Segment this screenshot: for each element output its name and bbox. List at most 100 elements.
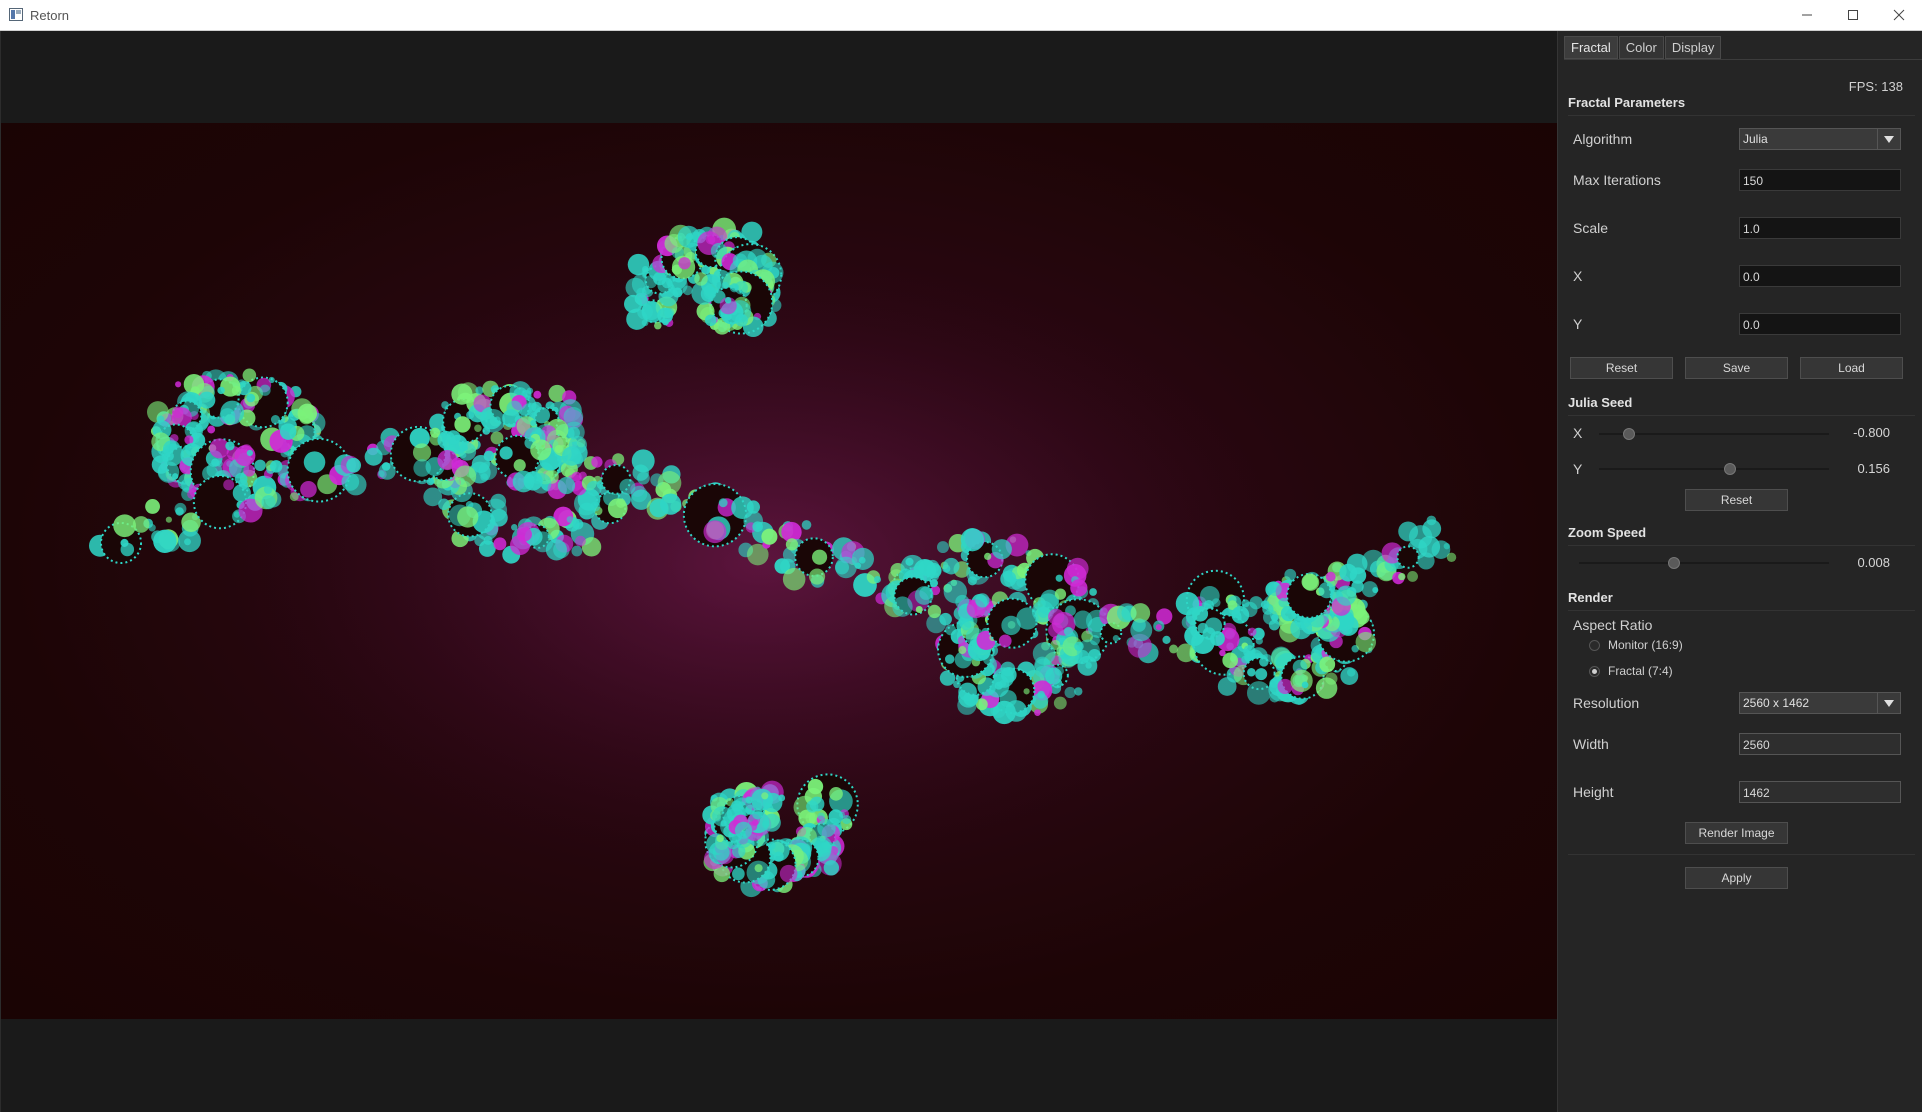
fractal-dot bbox=[1259, 657, 1269, 667]
seed-x-label: X bbox=[1573, 425, 1583, 441]
save-button[interactable]: Save bbox=[1685, 357, 1788, 379]
reset-button[interactable]: Reset bbox=[1570, 357, 1673, 379]
fractal-dot bbox=[754, 864, 763, 873]
fractal-dot bbox=[998, 634, 1012, 648]
seed-y-slider[interactable] bbox=[1599, 468, 1829, 470]
fractal-dot bbox=[1372, 586, 1379, 594]
fractal-canvas[interactable] bbox=[1, 123, 1558, 1019]
fractal-dot bbox=[1070, 579, 1088, 597]
fractal-dot bbox=[703, 520, 727, 544]
max-iterations-input[interactable]: 150 bbox=[1739, 169, 1901, 191]
zoom-speed-slider-thumb[interactable] bbox=[1668, 557, 1680, 569]
x-label: X bbox=[1573, 268, 1583, 284]
fractal-dot bbox=[446, 430, 461, 445]
fractal-dot bbox=[1301, 573, 1319, 591]
julia-seed-heading: Julia Seed bbox=[1568, 395, 1633, 410]
seed-x-slider-thumb[interactable] bbox=[1622, 428, 1635, 440]
chevron-down-icon[interactable] bbox=[1877, 129, 1900, 149]
fractal-dot bbox=[1284, 568, 1297, 581]
fractal-dot bbox=[174, 502, 187, 515]
resolution-value: 2560 x 1462 bbox=[1743, 696, 1810, 710]
zoom-speed-slider[interactable] bbox=[1579, 562, 1829, 564]
fractal-dot bbox=[1446, 552, 1457, 563]
fractal-dot bbox=[219, 408, 236, 424]
fractal-dot bbox=[1073, 610, 1093, 629]
fractal-dot bbox=[234, 445, 256, 467]
fractal-dot bbox=[157, 461, 180, 483]
fractal-dot bbox=[591, 456, 603, 468]
fractal-dot bbox=[942, 557, 960, 575]
scale-input[interactable]: 1.0 bbox=[1739, 217, 1901, 239]
fractal-dot bbox=[175, 381, 182, 388]
fractal-dot bbox=[216, 460, 223, 467]
fractal-dot bbox=[829, 787, 843, 801]
zoom-speed-value: 0.008 bbox=[1857, 555, 1890, 570]
fractal-dot bbox=[254, 459, 266, 472]
fractal-dot bbox=[817, 812, 825, 820]
fractal-dot bbox=[561, 446, 582, 466]
fractal-dot bbox=[575, 535, 586, 547]
chevron-down-icon[interactable] bbox=[1877, 693, 1900, 713]
tab-fractal[interactable]: Fractal bbox=[1564, 36, 1618, 59]
resolution-select[interactable]: 2560 x 1462 bbox=[1739, 692, 1901, 714]
tab-display[interactable]: Display bbox=[1664, 36, 1722, 59]
fractal-dot bbox=[533, 406, 551, 424]
fractal-dot bbox=[632, 464, 649, 481]
fractal-dot bbox=[1268, 582, 1282, 597]
fractal-dot bbox=[1260, 600, 1270, 609]
maximize-icon bbox=[1848, 10, 1858, 20]
seed-reset-button[interactable]: Reset bbox=[1685, 489, 1788, 511]
fractal-dot bbox=[944, 654, 955, 664]
aspect-fractal-label[interactable]: Fractal (7:4) bbox=[1608, 664, 1673, 678]
aspect-monitor-radio[interactable] bbox=[1589, 640, 1600, 651]
fractal-dot bbox=[809, 568, 826, 585]
fractal-dot bbox=[661, 277, 673, 289]
fractal-dot bbox=[630, 485, 648, 503]
fractal-dot bbox=[145, 499, 160, 514]
fractal-dot bbox=[590, 501, 601, 512]
fractal-dot bbox=[1037, 606, 1050, 618]
close-button[interactable] bbox=[1876, 0, 1922, 30]
aspect-monitor-label[interactable]: Monitor (16:9) bbox=[1608, 638, 1683, 652]
aspect-fractal-radio[interactable] bbox=[1589, 666, 1600, 677]
load-button[interactable]: Load bbox=[1800, 357, 1903, 379]
y-label: Y bbox=[1573, 316, 1583, 332]
fractal-dot bbox=[642, 265, 649, 273]
fractal-dot bbox=[745, 796, 753, 804]
fractal-dot bbox=[530, 439, 552, 461]
fractal-dot bbox=[1023, 688, 1030, 695]
fractal-dot bbox=[132, 516, 150, 533]
y-input[interactable]: 0.0 bbox=[1739, 313, 1901, 335]
height-input[interactable]: 1462 bbox=[1739, 781, 1901, 803]
seed-y-slider-thumb[interactable] bbox=[1724, 463, 1737, 475]
tab-color[interactable]: Color bbox=[1618, 36, 1664, 59]
fractal-dot bbox=[490, 493, 507, 510]
fractal-viewport[interactable] bbox=[0, 31, 1558, 1112]
render-image-button[interactable]: Render Image bbox=[1685, 822, 1788, 844]
fractal-dot bbox=[1246, 681, 1271, 705]
minimize-button[interactable] bbox=[1784, 0, 1830, 30]
fractal-dot bbox=[1217, 677, 1237, 696]
x-input[interactable]: 0.0 bbox=[1739, 265, 1901, 287]
algorithm-select[interactable]: Julia bbox=[1739, 128, 1901, 150]
fractal-bulb bbox=[1396, 545, 1420, 569]
fractal-dot bbox=[752, 521, 763, 532]
width-input[interactable]: 2560 bbox=[1739, 733, 1901, 755]
close-icon bbox=[1893, 9, 1905, 21]
fractal-dot bbox=[533, 390, 542, 399]
fractal-dot bbox=[259, 384, 271, 396]
fractal-dot bbox=[223, 479, 235, 491]
fractal-dot bbox=[1211, 598, 1221, 608]
fractal-dot bbox=[300, 481, 317, 498]
apply-button[interactable]: Apply bbox=[1685, 867, 1788, 889]
fractal-dot bbox=[381, 462, 391, 471]
fractal-dot bbox=[659, 493, 682, 515]
resolution-label: Resolution bbox=[1573, 695, 1640, 711]
fractal-dot bbox=[929, 579, 939, 588]
fractal-dot bbox=[474, 424, 482, 432]
fractal-dot bbox=[1249, 596, 1263, 610]
fractal-dot bbox=[1277, 678, 1293, 695]
fractal-dot bbox=[762, 813, 781, 832]
maximize-button[interactable] bbox=[1830, 0, 1876, 30]
fractal-dot bbox=[1315, 677, 1338, 699]
